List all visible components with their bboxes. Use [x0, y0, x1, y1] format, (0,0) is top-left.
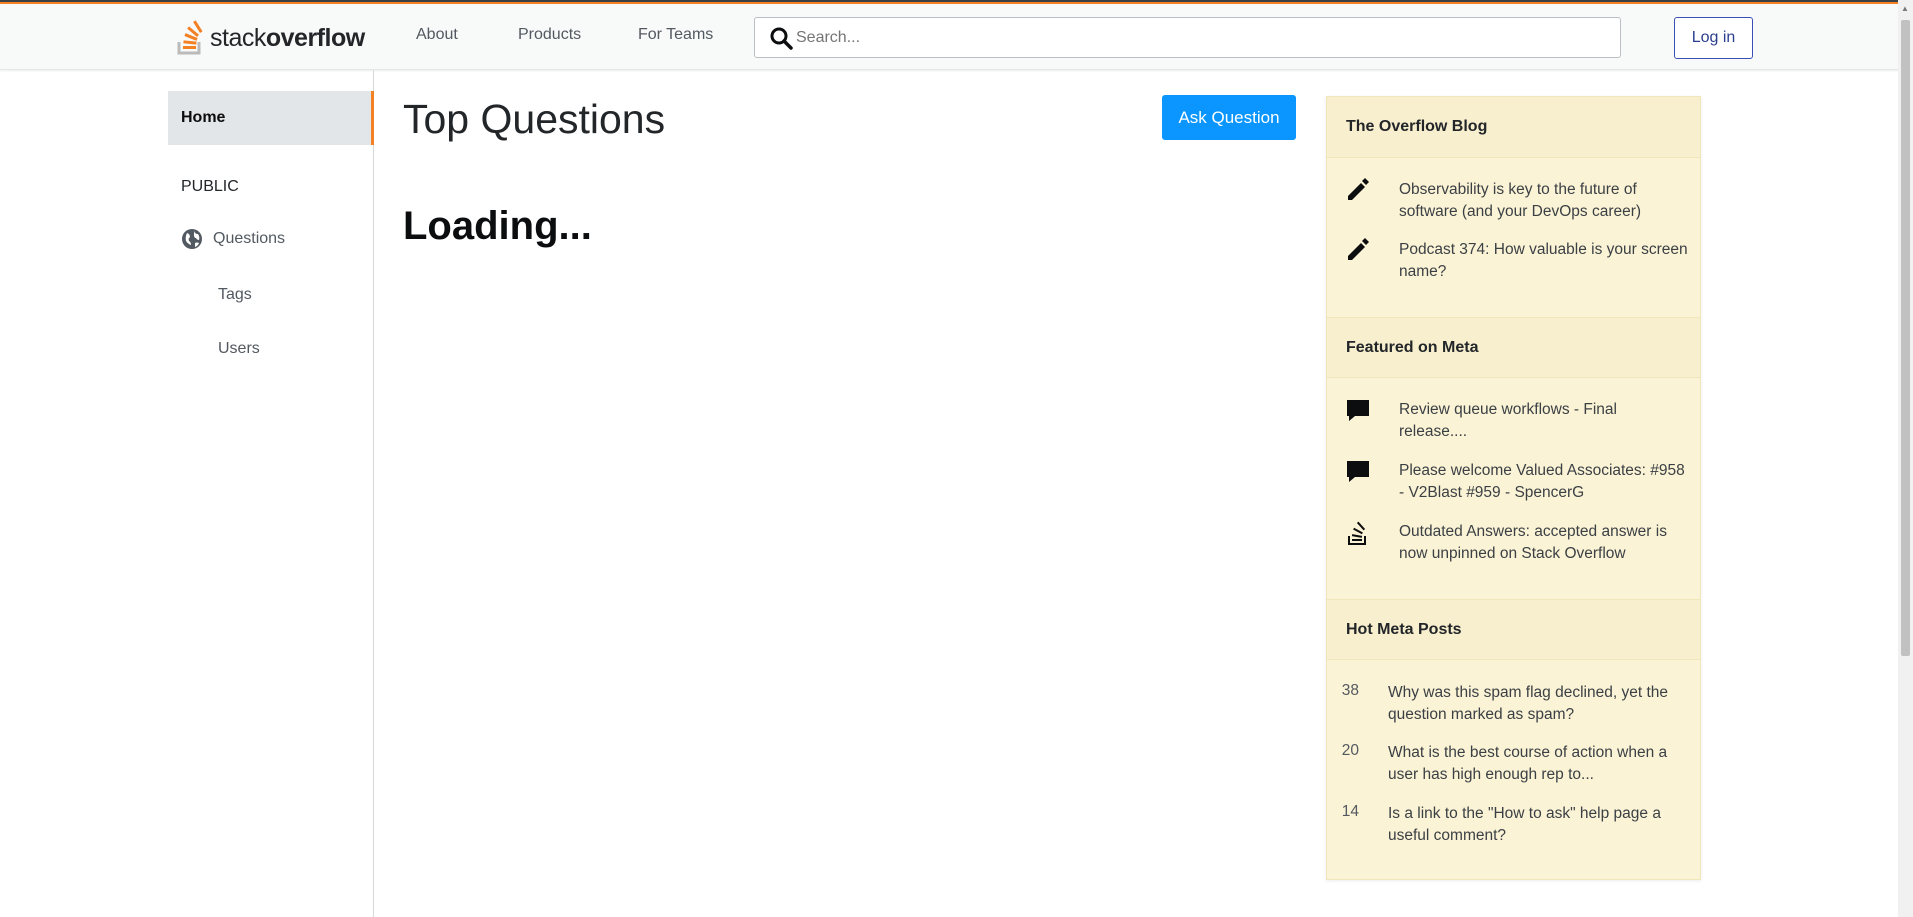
- search-icon: [770, 27, 793, 50]
- hot-post-link[interactable]: Is a link to the "How to ask" help page …: [1388, 803, 1688, 847]
- hot-post-link[interactable]: Why was this spam flag declined, yet the…: [1388, 682, 1688, 726]
- stack-exchange-icon: [1348, 521, 1366, 545]
- scroll-up-icon[interactable]: ▲: [1901, 4, 1909, 13]
- left-sidebar: [0, 70, 374, 917]
- hot-post-link[interactable]: What is the best course of action when a…: [1388, 742, 1688, 786]
- nav-for-teams-link[interactable]: For Teams: [638, 26, 713, 44]
- widget-header-blog: The Overflow Blog: [1327, 97, 1700, 158]
- nav-about-link[interactable]: About: [416, 26, 458, 44]
- login-button[interactable]: Log in: [1674, 17, 1753, 59]
- hot-post-count: 20: [1341, 742, 1359, 759]
- pencil-icon: [1348, 178, 1369, 200]
- logo-text-light: stack: [210, 23, 266, 52]
- sidebar-section-public: PUBLIC: [181, 178, 239, 195]
- stack-overflow-logo[interactable]: stackoverflow: [176, 18, 365, 58]
- loading-indicator: Loading...: [403, 204, 592, 248]
- sidebar-widget: The Overflow Blog Observability is key t…: [1326, 96, 1701, 880]
- meta-item-link[interactable]: Outdated Answers: accepted answer is now…: [1399, 521, 1689, 565]
- stack-overflow-logo-icon: [177, 20, 203, 55]
- sidebar-item-users[interactable]: Users: [218, 340, 260, 358]
- meta-item-link[interactable]: Review queue workflows - Final release..…: [1399, 399, 1689, 443]
- page-title: Top Questions: [403, 96, 666, 142]
- comment-icon: [1347, 461, 1369, 482]
- search-box[interactable]: [754, 17, 1621, 58]
- scrollbar-thumb[interactable]: [1901, 20, 1910, 656]
- meta-item-link[interactable]: Please welcome Valued Associates: #958 -…: [1399, 460, 1689, 504]
- widget-header-meta: Featured on Meta: [1327, 317, 1700, 378]
- sidebar-item-home[interactable]: Home: [168, 91, 374, 145]
- hot-post-count: 14: [1341, 803, 1359, 820]
- widget-header-hot-meta: Hot Meta Posts: [1327, 599, 1700, 660]
- search-input[interactable]: [796, 28, 1596, 47]
- blog-item-link[interactable]: Podcast 374: How valuable is your screen…: [1399, 239, 1689, 283]
- sidebar-item-tags[interactable]: Tags: [218, 286, 252, 304]
- sidebar-item-label: Questions: [213, 230, 286, 247]
- top-bar: stackoverflow About Products For Teams L…: [0, 0, 1913, 70]
- ask-question-button[interactable]: Ask Question: [1162, 95, 1296, 140]
- sidebar-item-questions[interactable]: Questions: [181, 228, 285, 250]
- pencil-icon: [1348, 238, 1369, 260]
- blog-item-link[interactable]: Observability is key to the future of so…: [1399, 179, 1689, 223]
- logo-text-bold: overflow: [265, 23, 365, 52]
- globe-icon: [182, 229, 202, 249]
- page-scrollbar[interactable]: ▲: [1898, 0, 1913, 917]
- comment-icon: [1347, 400, 1369, 421]
- hot-post-count: 38: [1341, 682, 1359, 699]
- nav-products-link[interactable]: Products: [518, 26, 581, 44]
